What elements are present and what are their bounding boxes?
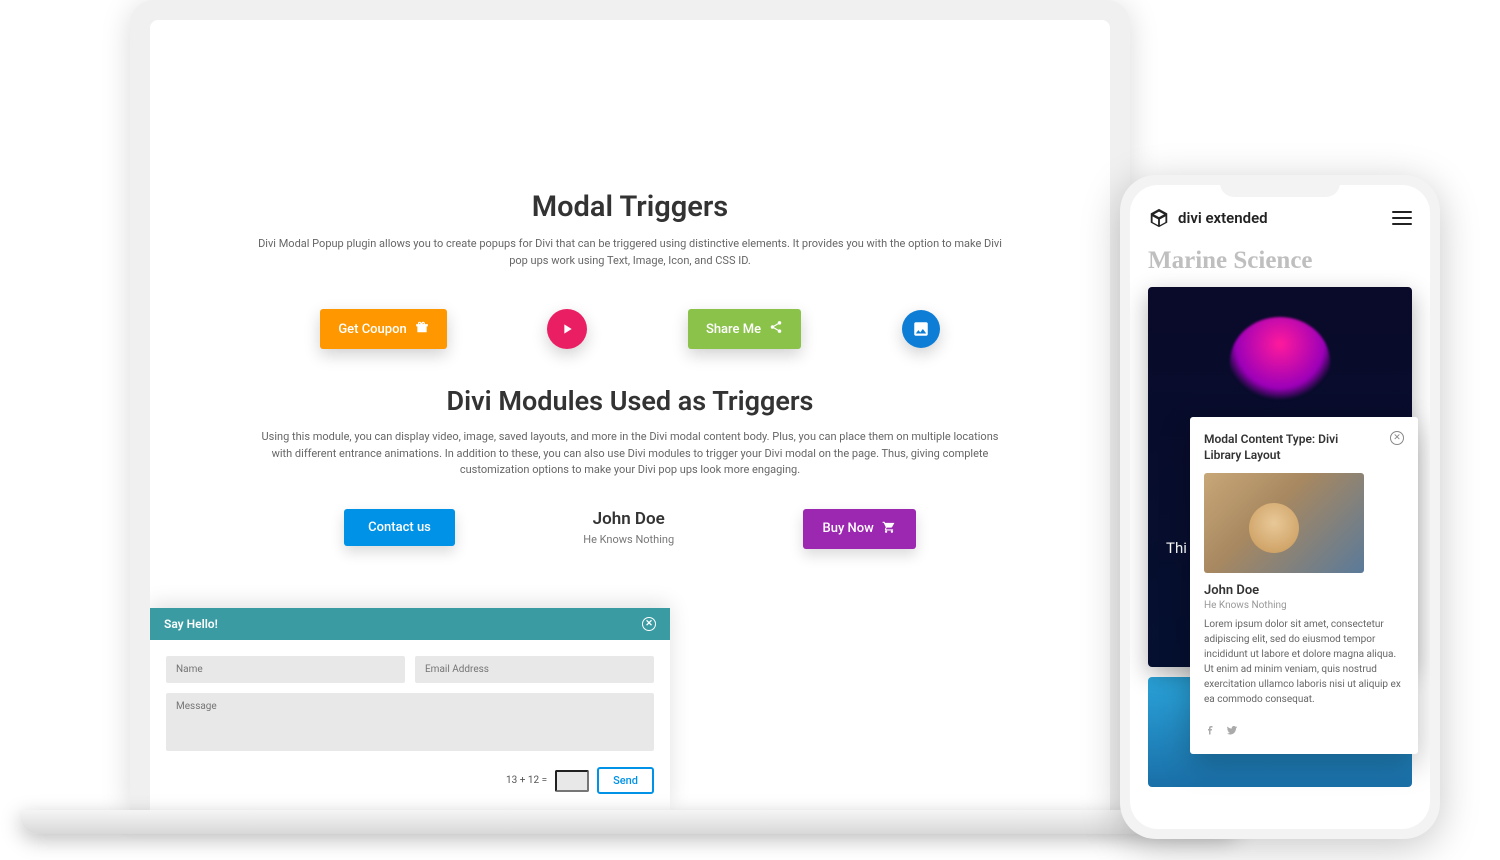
contact-modal: Say Hello! ✕ 13 + 12 = Send: [150, 608, 670, 810]
phone-frame: divi extended Marine Science Thi dive Mo…: [1120, 175, 1440, 839]
image-trigger-button[interactable]: [902, 310, 940, 348]
person-subtitle: He Knows Nothing: [583, 533, 674, 546]
play-button[interactable]: [547, 309, 587, 349]
buy-now-button[interactable]: Buy Now: [803, 509, 916, 549]
menu-icon[interactable]: [1392, 211, 1412, 225]
brand-logo[interactable]: divi extended: [1148, 207, 1268, 229]
phone-notch: [1220, 175, 1340, 197]
card-subtitle: He Knows Nothing: [1204, 600, 1404, 611]
person-block[interactable]: John Doe He Knows Nothing: [583, 509, 674, 546]
trigger-row: Get Coupon Share Me: [270, 309, 990, 349]
gift-icon: [415, 320, 429, 338]
email-field[interactable]: [415, 656, 654, 683]
get-coupon-button[interactable]: Get Coupon: [320, 309, 446, 349]
brand-label: divi extended: [1178, 209, 1268, 227]
contact-modal-header: Say Hello! ✕: [150, 608, 670, 640]
message-field[interactable]: [166, 693, 654, 751]
person-name: John Doe: [583, 509, 674, 529]
card-image: [1204, 473, 1364, 573]
card-body-text: Lorem ipsum dolor sit amet, consectetur …: [1204, 617, 1404, 707]
twitter-icon[interactable]: [1226, 721, 1238, 740]
send-button[interactable]: Send: [597, 767, 654, 794]
cart-icon: [882, 520, 896, 538]
section-modal-triggers: Modal Triggers Divi Modal Popup plugin a…: [150, 20, 1110, 349]
heading-divi-modules: Divi Modules Used as Triggers: [150, 385, 1110, 417]
hero-text-left: Thi: [1166, 539, 1187, 557]
phone-screen: divi extended Marine Science Thi dive Mo…: [1130, 185, 1430, 829]
buy-now-label: Buy Now: [823, 521, 874, 536]
get-coupon-label: Get Coupon: [338, 322, 406, 337]
close-icon[interactable]: ✕: [1390, 431, 1404, 445]
jellyfish-image: [1230, 317, 1330, 407]
laptop-screen: Modal Triggers Divi Modal Popup plugin a…: [150, 20, 1110, 810]
share-me-label: Share Me: [706, 322, 761, 337]
card-social: [1204, 721, 1404, 740]
section-divi-modules: Divi Modules Used as Triggers Using this…: [150, 385, 1110, 549]
contact-us-button[interactable]: Contact us: [344, 509, 455, 546]
heading-modal-triggers: Modal Triggers: [150, 190, 1110, 224]
page-title: Marine Science: [1130, 239, 1430, 287]
modal-card: Modal Content Type: Divi Library Layout …: [1190, 417, 1418, 754]
captcha-input[interactable]: [555, 770, 589, 792]
captcha-label: 13 + 12 =: [506, 775, 547, 786]
laptop-base: [20, 810, 1240, 834]
laptop-frame: Modal Triggers Divi Modal Popup plugin a…: [130, 0, 1130, 810]
contact-modal-title: Say Hello!: [164, 617, 218, 631]
module-trigger-row: Contact us John Doe He Knows Nothing Buy…: [280, 509, 980, 549]
share-icon: [769, 320, 783, 338]
contact-modal-body: 13 + 12 = Send: [150, 640, 670, 810]
name-field[interactable]: [166, 656, 405, 683]
play-icon: [559, 321, 575, 337]
desc-divi-modules: Using this module, you can display video…: [250, 429, 1010, 479]
card-name: John Doe: [1204, 583, 1404, 598]
desc-modal-triggers: Divi Modal Popup plugin allows you to cr…: [250, 236, 1010, 269]
logo-icon: [1148, 207, 1170, 229]
close-icon[interactable]: ✕: [642, 617, 656, 631]
modal-card-title: Modal Content Type: Divi Library Layout: [1204, 431, 1354, 463]
image-icon: [912, 320, 930, 338]
share-me-button[interactable]: Share Me: [688, 309, 801, 349]
facebook-icon[interactable]: [1204, 721, 1216, 740]
